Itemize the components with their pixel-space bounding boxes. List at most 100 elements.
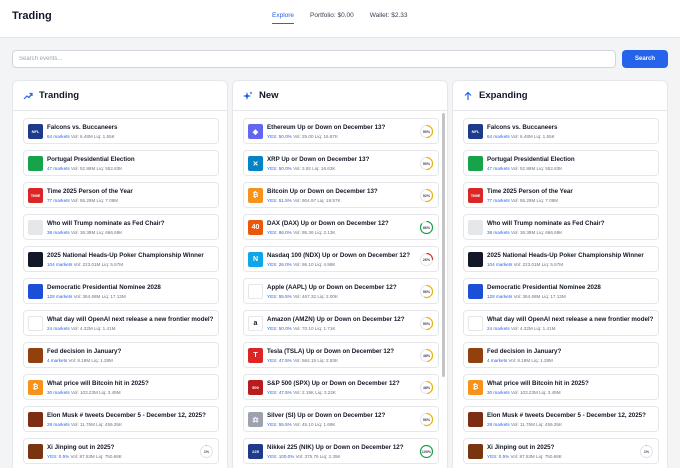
markets-count: 24 markets: [487, 326, 510, 331]
event-card[interactable]: N Nasdaq 100 (NDX) Up or Down on December…: [243, 246, 439, 272]
thumb-glyph: N: [252, 256, 259, 263]
event-card[interactable]: 500 S&P 500 (SPX) Up or Down on December …: [243, 374, 439, 400]
event-card[interactable]: TIME Time 2025 Person of the Year 77 marke…: [463, 182, 659, 208]
event-card[interactable]: Who will Trump nominate as Fed Chair? 38 …: [463, 214, 659, 240]
thumb-glyph: ✕: [252, 160, 259, 168]
thumb-glyph: 500: [252, 385, 259, 390]
event-card[interactable]: Portugal Presidential Election 47 markets…: [23, 150, 219, 176]
event-card[interactable]: NFL Falcons vs. Buccaneers 64 markets Vol:…: [463, 118, 659, 144]
markets-count: YES: 0.5%: [487, 454, 510, 459]
time-magazine-logo-icon: TIME: [28, 188, 43, 203]
event-card[interactable]: ⚖ Silver (SI) Up or Down on December 12? Y…: [243, 406, 439, 432]
openai-logo-icon: [28, 316, 43, 331]
markets-count: YES: 50.0%: [267, 326, 292, 331]
time-magazine-logo-icon: TIME: [468, 188, 483, 203]
event-title: Democratic Presidential Nominee 2028: [47, 284, 161, 291]
event-title: Xi Jinping out in 2025?: [47, 444, 115, 451]
event-card[interactable]: Portugal Presidential Election 47 markets…: [463, 150, 659, 176]
event-card[interactable]: 2025 National Heads-Up Poker Championshi…: [463, 246, 659, 272]
markets-count: 4 markets: [47, 358, 68, 363]
event-card[interactable]: Apple (AAPL) Up or Down on December 12? Y…: [243, 278, 439, 304]
nav-portfolio[interactable]: Portfolio: $0.00: [310, 12, 354, 24]
probability-gauge: 56%: [419, 412, 434, 427]
poker-logo-icon: [468, 252, 483, 267]
nfl-logo-icon: NFL: [28, 124, 43, 139]
nav-wallet[interactable]: Wallet: $2.33: [370, 12, 408, 24]
event-card[interactable]: NFL Falcons vs. Buccaneers 64 markets Vol:…: [23, 118, 219, 144]
event-title: Elon Musk # tweets December 5 - December…: [487, 412, 646, 419]
event-title: Apple (AAPL) Up or Down on December 12?: [267, 284, 397, 291]
event-meta: 77 markets Vol: 55.29M Liq: 7.09M: [47, 198, 118, 203]
gauge-label: 48%: [422, 353, 431, 358]
event-meta: 28 markets Vol: 11.76M Liq: 459.25K: [487, 422, 562, 427]
event-card[interactable]: What day will OpenAI next release a new …: [463, 310, 659, 336]
volume-liquidity: Vol: 36.38M Liq: 666.69K: [511, 230, 563, 235]
thumb-glyph: ⚖: [252, 416, 259, 424]
gauge-label: 1%: [203, 449, 210, 454]
bitcoin-logo-icon: ₿: [28, 380, 43, 395]
volume-liquidity: Vol: 564.15 Liq: 2.83K: [293, 358, 339, 363]
event-card[interactable]: Fed decision in January? 4 markets Vol: 8…: [463, 342, 659, 368]
democrat-donkey-logo-icon: [468, 284, 483, 299]
volume-liquidity: Vol: 364.68M Liq: 17.13M: [73, 294, 126, 299]
event-card[interactable]: Democratic Presidential Nominee 2028 128 …: [23, 278, 219, 304]
event-card[interactable]: Who will Trump nominate as Fed Chair? 38 …: [23, 214, 219, 240]
event-card[interactable]: Fed decision in January? 4 markets Vol: 8…: [23, 342, 219, 368]
probability-gauge: 48%: [419, 348, 434, 363]
event-title: Nasdaq 100 (NDX) Up or Down on December …: [267, 252, 411, 259]
volume-liquidity: Vol: 4.32M Liq: 1.41M: [71, 326, 116, 331]
event-card[interactable]: Elon Musk # tweets December 5 - December…: [23, 406, 219, 432]
dax-logo-icon: 40: [248, 220, 263, 235]
event-card[interactable]: 40 DAX (DAX) Up or Down on December 12? YE…: [243, 214, 439, 240]
column-expanding: Expanding NFL Falcons vs. Buccaneers 64 ma…: [452, 80, 668, 468]
volume-liquidity: Vol: 87.53M Liq: 750.68K: [70, 454, 122, 459]
volume-liquidity: Vol: 223.01M Liq: 5.57M: [73, 262, 124, 267]
volume-liquidity: Vol: 4.32M Liq: 1.41M: [511, 326, 556, 331]
markets-count: 77 markets: [47, 198, 70, 203]
search-input[interactable]: [12, 50, 616, 68]
event-card[interactable]: a Amazon (AMZN) Up or Down on December 12…: [243, 310, 439, 336]
event-card[interactable]: Xi Jinping out in 2025? YES: 0.5% Vol: 87…: [463, 438, 659, 464]
event-card[interactable]: What day will OpenAI next release a new …: [23, 310, 219, 336]
scrollbar[interactable]: [442, 113, 445, 377]
event-meta: YES: 51.5% Vol: 904.97 Liq: 19.57K: [267, 198, 341, 203]
event-meta: 24 markets Vol: 4.32M Liq: 1.41M: [487, 326, 555, 331]
probability-gauge: 100%: [419, 444, 434, 459]
event-title: Who will Trump nominate as Fed Chair?: [47, 220, 165, 227]
event-card[interactable]: TIME Time 2025 Person of the Year 77 marke…: [23, 182, 219, 208]
search-button[interactable]: Search: [622, 50, 668, 68]
event-card[interactable]: Xi Jinping out in 2025? YES: 0.5% Vol: 87…: [23, 438, 219, 464]
probability-gauge: 1%: [639, 444, 654, 459]
thumb-glyph: NFL: [471, 129, 480, 134]
probability-gauge: 86%: [419, 220, 434, 235]
markets-count: YES: 55.5%: [267, 422, 292, 427]
event-title: Silver (SI) Up or Down on December 12?: [267, 412, 386, 419]
markets-count: YES: 50.0%: [267, 134, 292, 139]
event-card[interactable]: T Tesla (TSLA) Up or Down on December 12?…: [243, 342, 439, 368]
event-card[interactable]: 2025 National Heads-Up Poker Championshi…: [23, 246, 219, 272]
event-title: Falcons vs. Buccaneers: [487, 124, 558, 131]
event-card[interactable]: Elon Musk # tweets December 5 - December…: [463, 406, 659, 432]
markets-count: 28 markets: [47, 422, 70, 427]
volume-liquidity: Vol: 36.38M Liq: 666.69K: [71, 230, 123, 235]
poker-logo-icon: [28, 252, 43, 267]
markets-count: YES: 0.5%: [47, 454, 70, 459]
gauge-label: 56%: [422, 417, 431, 422]
event-card[interactable]: Democratic Presidential Nominee 2028 128 …: [463, 278, 659, 304]
markets-count: 38 markets: [487, 230, 510, 235]
event-card[interactable]: ₿ What price will Bitcoin hit in 2025? 30 …: [23, 374, 219, 400]
nav-explore[interactable]: Explore: [272, 12, 295, 24]
event-card[interactable]: ₿ What price will Bitcoin hit in 2025? 30 …: [463, 374, 659, 400]
volume-liquidity: Vol: 95.10 Liq: 4.98K: [293, 262, 336, 267]
event-card[interactable]: ✕ XRP Up or Down on December 13? YES: 50.0…: [243, 150, 439, 176]
nfl-logo-icon: NFL: [468, 124, 483, 139]
event-meta: 30 markets Vol: 103.23M Liq: 3.49M: [487, 390, 561, 395]
arrow-up-icon: [463, 91, 473, 101]
event-card[interactable]: ₿ Bitcoin Up or Down on December 13? YES: …: [243, 182, 439, 208]
thumb-glyph: 225: [252, 449, 259, 454]
column-tranding: Tranding NFL Falcons vs. Buccaneers 64 mar…: [12, 80, 228, 468]
event-card[interactable]: ◆ Ethereum Up or Down on December 13? YES:…: [243, 118, 439, 144]
volume-liquidity: Vol: 55.29M Liq: 7.09M: [511, 198, 559, 203]
markets-count: 47 markets: [487, 166, 510, 171]
event-card[interactable]: 225 Nikkei 225 (NIK) Up or Down on Decemb…: [243, 438, 439, 464]
